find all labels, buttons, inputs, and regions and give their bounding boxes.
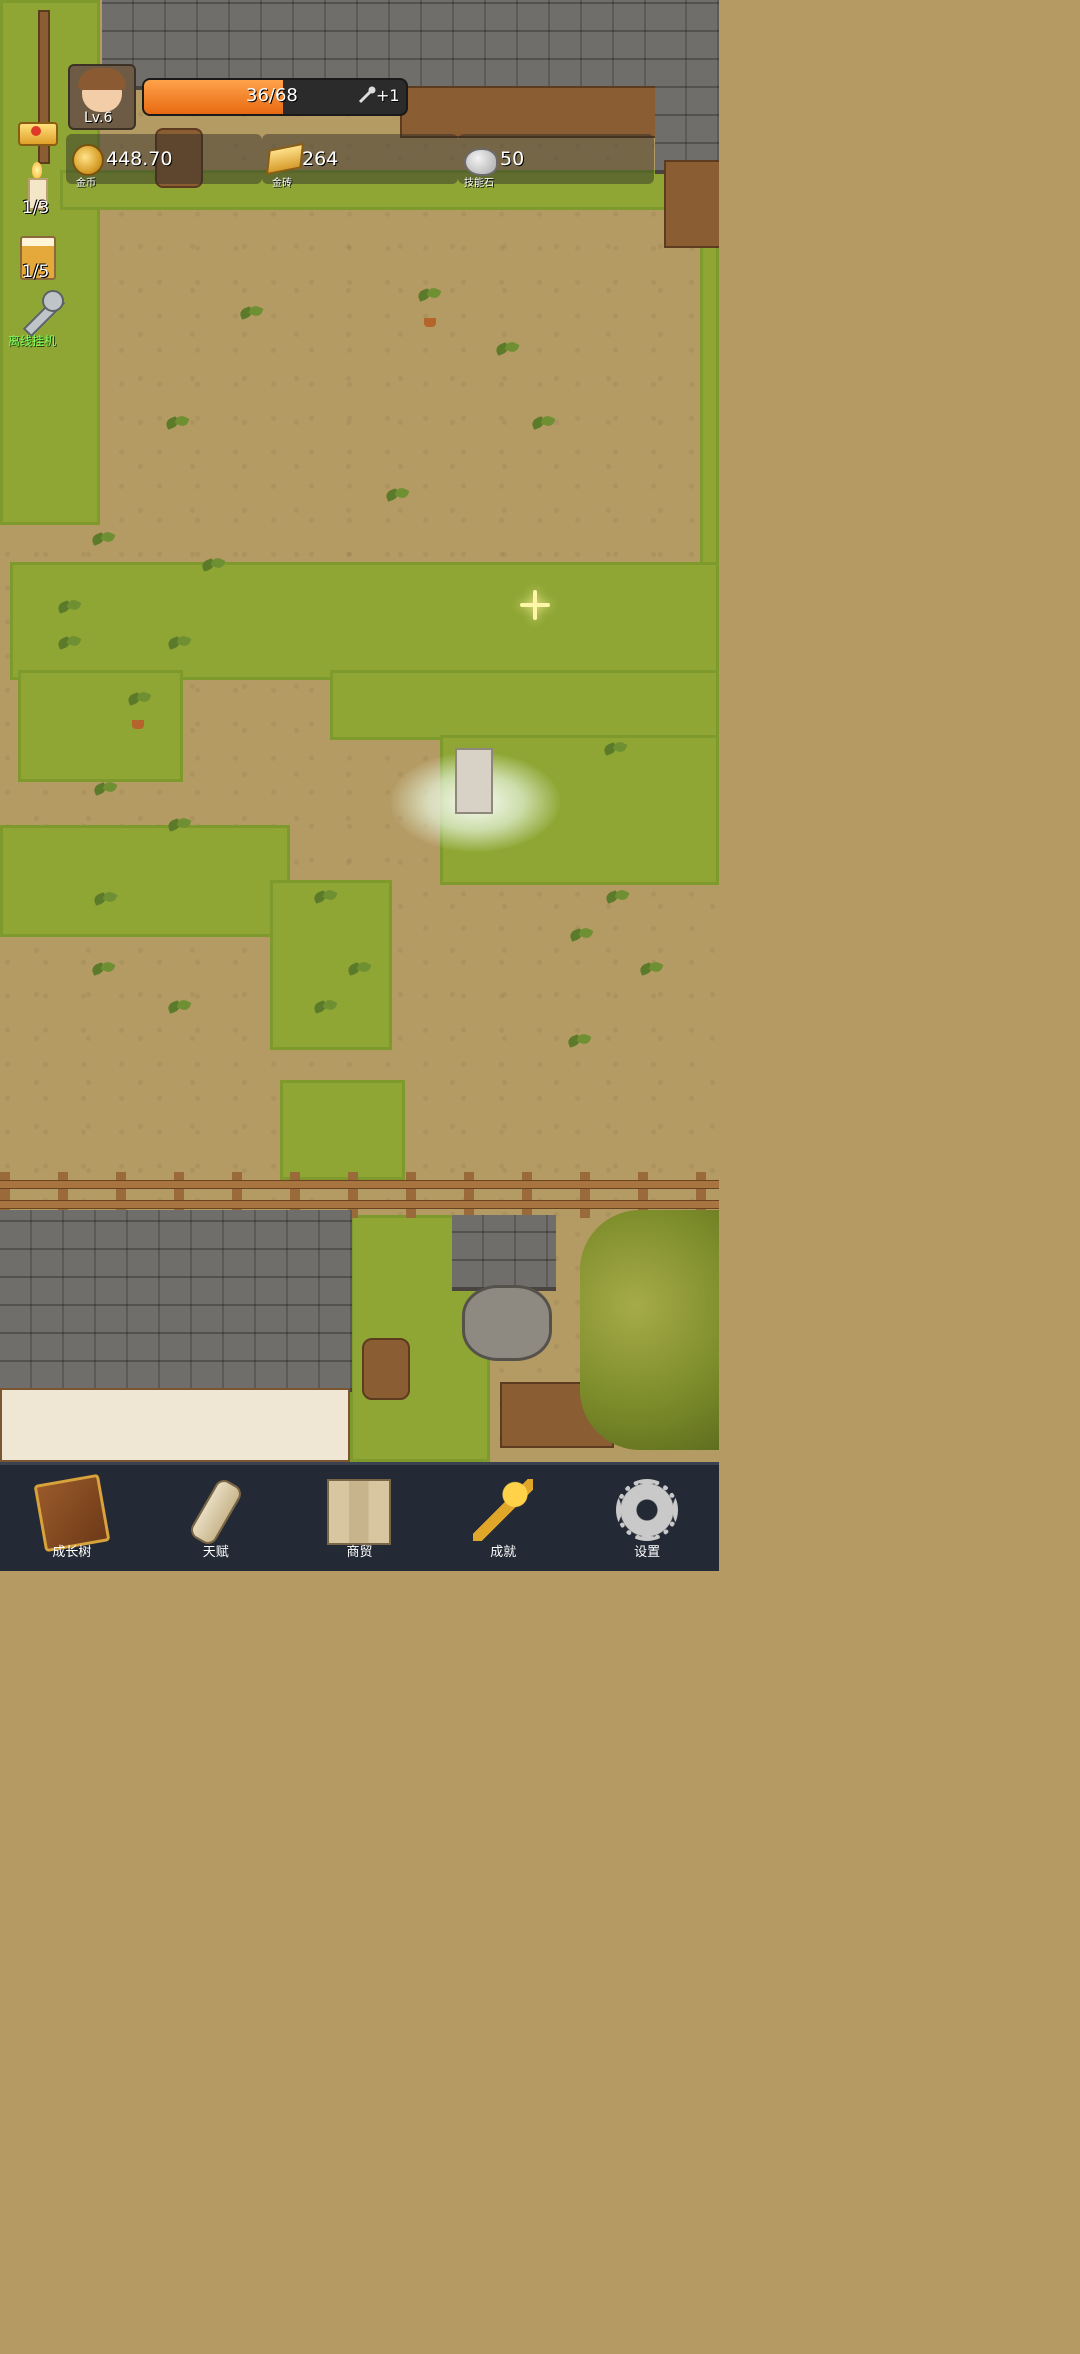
fence-rail (0, 1200, 719, 1209)
barn-roof (102, 0, 682, 90)
grass-patch (0, 825, 290, 937)
crop-sprout[interactable] (90, 530, 116, 552)
nav-achievement[interactable]: 成就 (431, 1465, 575, 1571)
skill-stone-value: 50 (500, 148, 525, 170)
player-level: Lv.6 (84, 110, 113, 126)
crown-icon[interactable] (14, 108, 58, 146)
nav-label: 成就 (490, 1545, 517, 1560)
crop-sprout[interactable] (56, 634, 82, 656)
scroll-icon (187, 1476, 245, 1548)
fence-rail (0, 1180, 719, 1189)
bottom-nav: 成长树 天赋 商贸 成就 设置 (0, 1462, 719, 1571)
nav-label: 成长树 (52, 1545, 92, 1560)
crop-sprout[interactable] (56, 598, 82, 620)
plant-pot (132, 720, 144, 729)
crown-gem (31, 126, 41, 136)
game-scene[interactable] (0, 0, 719, 1462)
crop-sprout[interactable] (312, 888, 338, 910)
plant-pot (424, 318, 436, 327)
crop-sprout[interactable] (602, 740, 628, 762)
nav-label: 天赋 (202, 1545, 229, 1560)
nav-talent[interactable]: 天赋 (144, 1465, 288, 1571)
candle-count: 1/3 (22, 198, 50, 218)
sparkle-effect[interactable] (520, 590, 550, 620)
cottage-roof (0, 1210, 352, 1392)
crop-sprout[interactable] (200, 556, 226, 578)
crop-sprout[interactable] (166, 634, 192, 656)
well-roof (452, 1215, 556, 1291)
cottage-wall (0, 1388, 350, 1462)
gold-coin-value: 448.70 (106, 148, 173, 170)
crop-sprout[interactable] (638, 960, 664, 982)
crop-sprout[interactable] (166, 998, 192, 1020)
house-roof (655, 0, 719, 174)
crop-sprout[interactable] (568, 926, 594, 948)
crop-sprout[interactable] (126, 690, 152, 712)
house-wall (664, 160, 719, 248)
xp-text: 36/68 (246, 85, 298, 106)
xp-bonus: +1 (376, 86, 400, 105)
crop-sprout[interactable] (164, 414, 190, 436)
avatar-hair (78, 68, 126, 90)
grass-patch (280, 1080, 405, 1180)
grass-patch (18, 670, 183, 782)
nav-label: 商贸 (346, 1545, 373, 1560)
tree (580, 1210, 719, 1450)
stone-block[interactable] (455, 748, 493, 814)
grass-patch (700, 200, 719, 580)
crop-sprout[interactable] (604, 888, 630, 910)
gold-bar-value: 264 (302, 148, 339, 170)
barn-wall (400, 86, 664, 138)
barrel[interactable] (362, 1338, 410, 1400)
gold-coin-label: 金币 (76, 178, 96, 189)
crop-sprout[interactable] (494, 340, 520, 362)
crop-sprout[interactable] (312, 998, 338, 1020)
candle-flame (32, 162, 42, 178)
skill-stone-icon (464, 148, 498, 176)
grass-patch (10, 562, 719, 680)
crop-sprout[interactable] (566, 1032, 592, 1054)
nav-growth-tree[interactable]: 成长树 (0, 1465, 144, 1571)
beer-count: 1/5 (22, 262, 50, 282)
nav-trade[interactable]: 商贸 (288, 1465, 432, 1571)
stone-well[interactable] (462, 1285, 552, 1361)
crop-sprout[interactable] (416, 286, 442, 308)
wrench-head (42, 290, 64, 312)
grass-patch (330, 670, 719, 740)
gear-icon (616, 1479, 679, 1541)
crop-sprout[interactable] (166, 816, 192, 838)
key-icon (473, 1479, 534, 1541)
crop-sprout[interactable] (92, 780, 118, 802)
gold-bar-label: 金砖 (272, 178, 292, 189)
gold-coin-icon (72, 144, 104, 176)
crop-sprout[interactable] (530, 414, 556, 436)
wrench-icon[interactable] (14, 290, 66, 338)
nav-settings[interactable]: 设置 (575, 1465, 719, 1571)
crop-sprout[interactable] (238, 304, 264, 326)
nav-label: 设置 (634, 1545, 661, 1560)
map-icon (327, 1479, 392, 1545)
crop-sprout[interactable] (346, 960, 372, 982)
crop-sprout[interactable] (90, 960, 116, 982)
skill-stone-label: 技能石 (464, 178, 494, 189)
crop-sprout[interactable] (384, 486, 410, 508)
wrench-icon (358, 86, 376, 104)
offline-idle-label[interactable]: 离线挂机 (8, 332, 56, 349)
crop-sprout[interactable] (92, 890, 118, 912)
